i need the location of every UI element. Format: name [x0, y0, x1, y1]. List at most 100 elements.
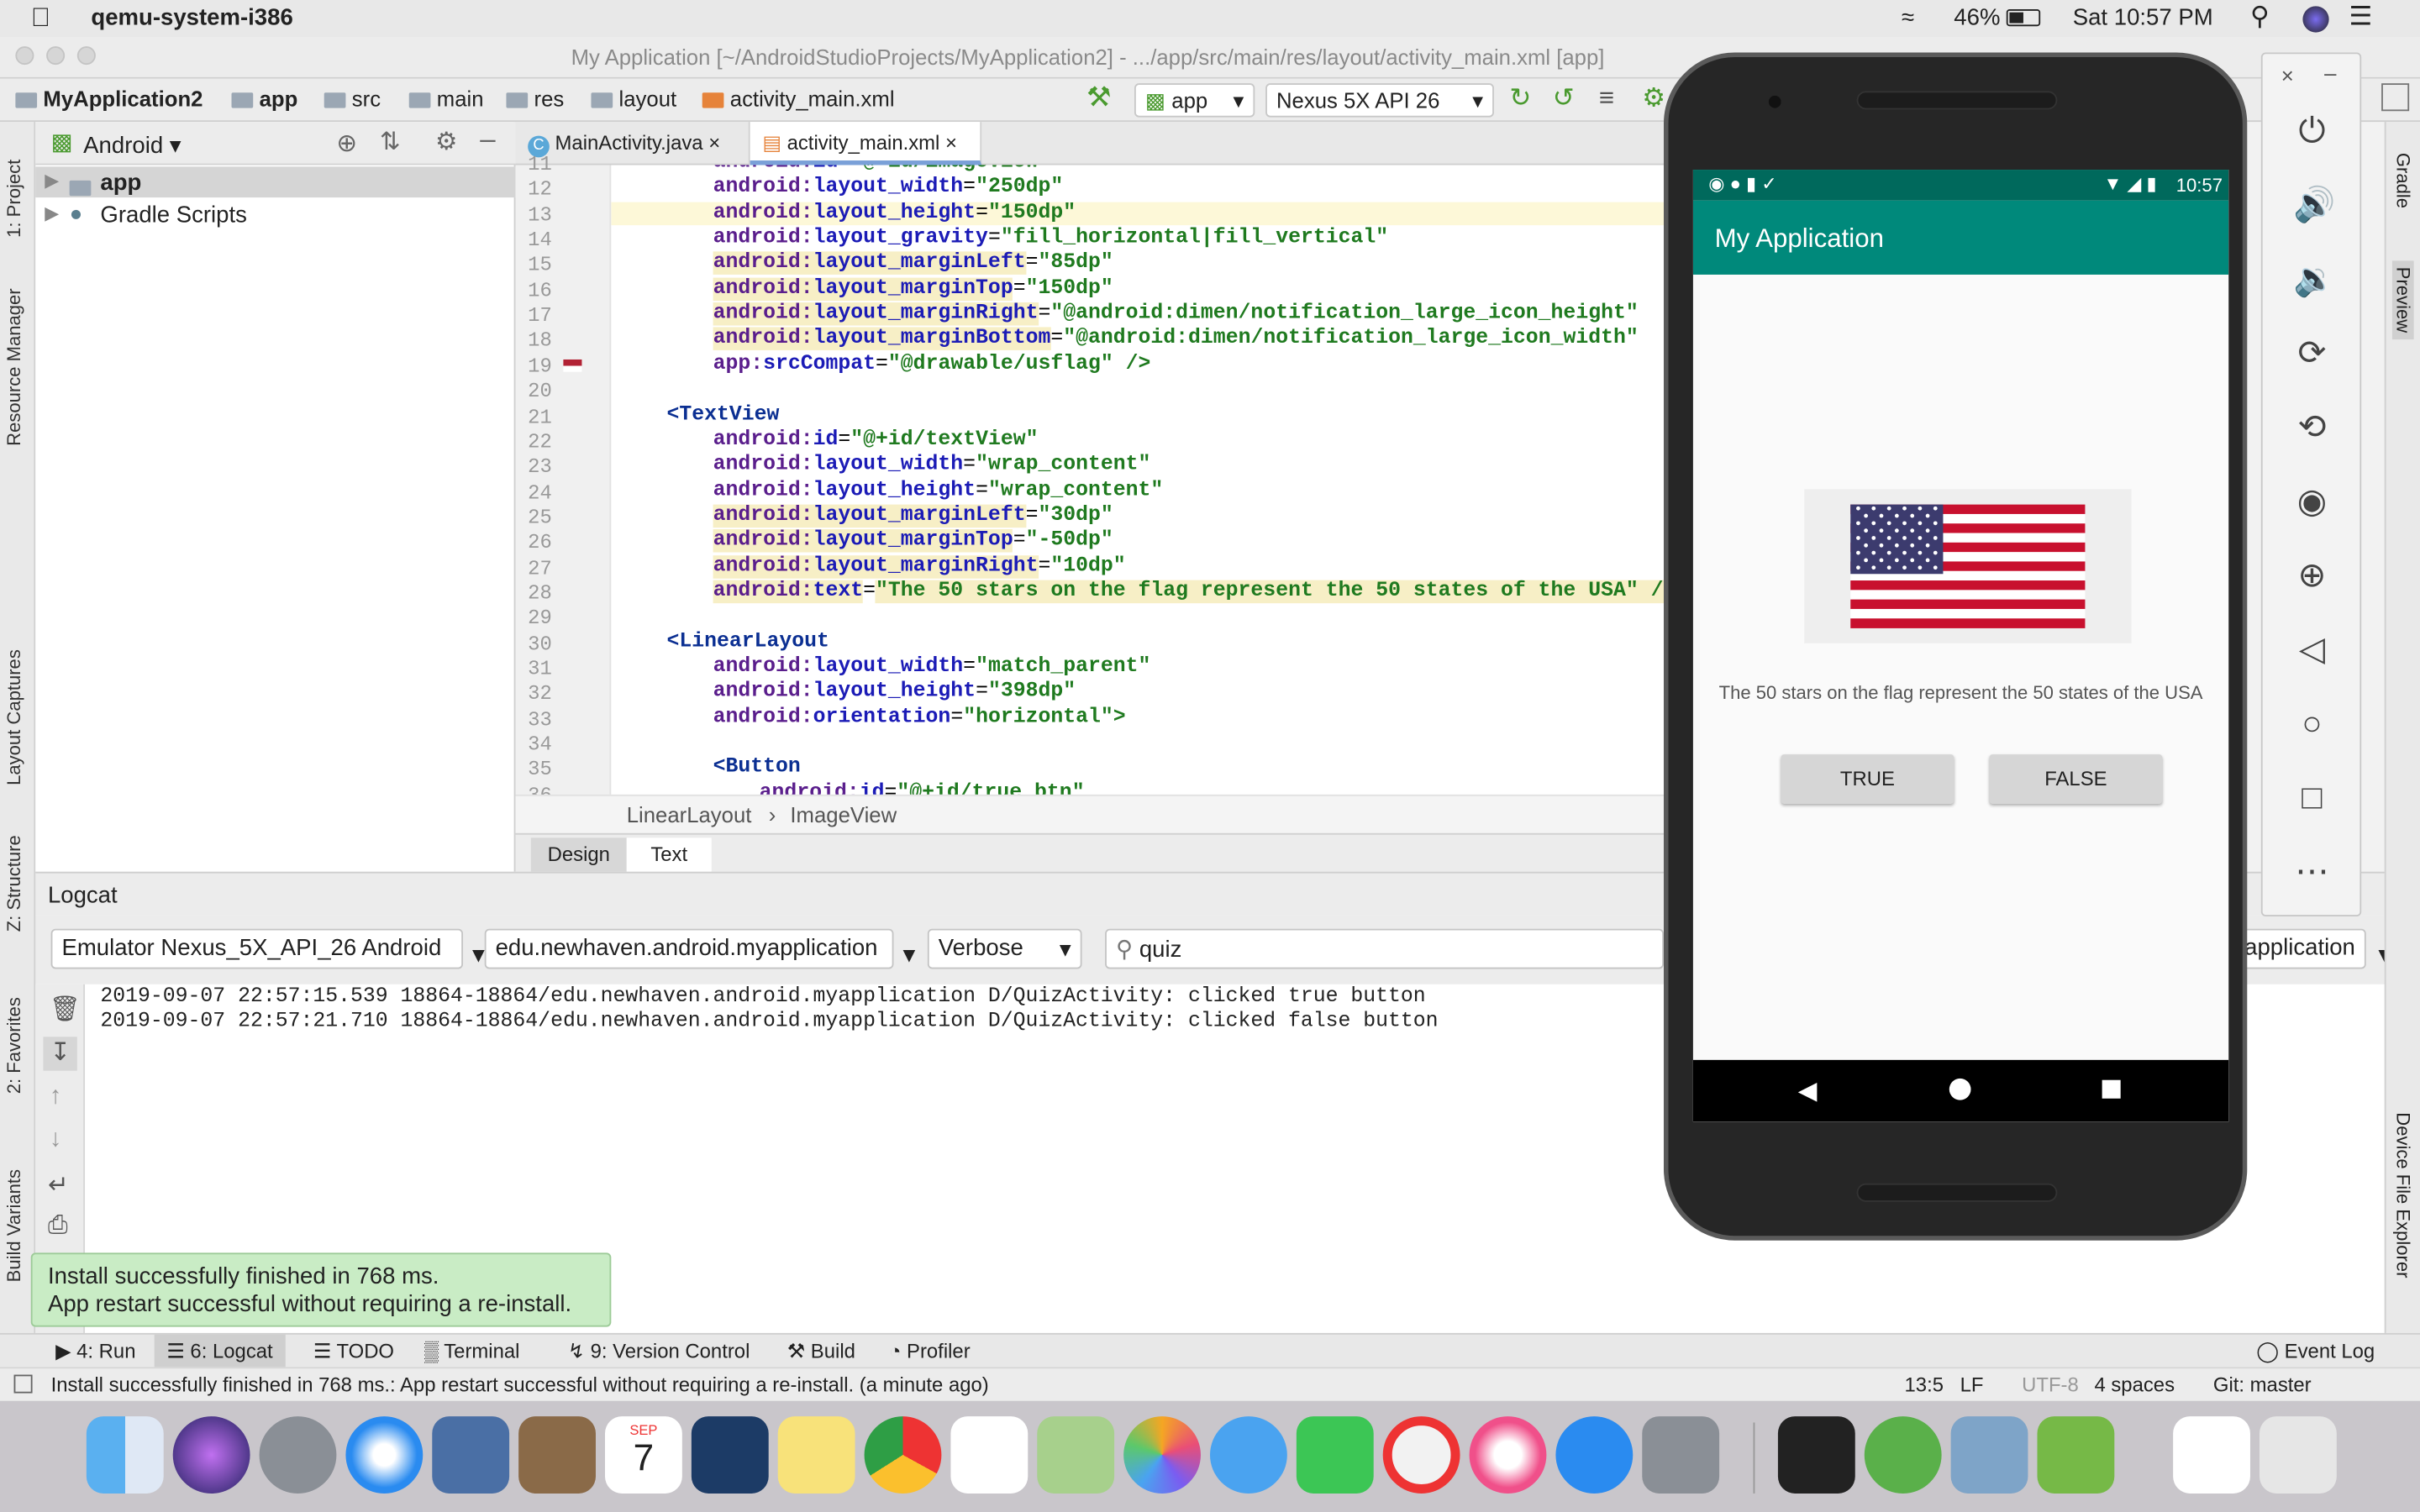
- expand-arrow-icon[interactable]: ▶: [45, 170, 59, 192]
- back-icon[interactable]: ◀: [1798, 1075, 1818, 1106]
- terminal-icon[interactable]: [1777, 1416, 1855, 1494]
- locate-icon[interactable]: ⊕: [336, 128, 357, 159]
- code-editor[interactable]: android:id="@+id/imageView"android:layou…: [611, 165, 1665, 795]
- soft-wrap-icon[interactable]: ↵: [48, 1169, 69, 1200]
- camera-icon[interactable]: ◉: [2293, 482, 2330, 520]
- tree-item-app[interactable]: ▶ app: [35, 166, 516, 198]
- android-studio-icon[interactable]: [1864, 1416, 1942, 1494]
- logcat-package-select[interactable]: edu.newhaven.android.myapplication: [484, 928, 894, 969]
- chevron-down-icon[interactable]: ▾: [472, 940, 485, 971]
- overview-icon[interactable]: [2102, 1079, 2121, 1099]
- reminders-icon[interactable]: [950, 1416, 1028, 1494]
- emulator-icon[interactable]: [2037, 1416, 2115, 1494]
- apply-changes-icon[interactable]: ↻: [1509, 83, 1531, 114]
- contacts-icon[interactable]: [518, 1416, 596, 1494]
- preview-icon[interactable]: [1950, 1416, 2028, 1494]
- breadcrumb-main[interactable]: main: [408, 87, 484, 111]
- crumb-linearlayout[interactable]: LinearLayout: [627, 802, 752, 827]
- menubar-clock[interactable]: Sat 10:57 PM: [2073, 5, 2213, 31]
- expand-arrow-icon[interactable]: ▶: [45, 202, 59, 224]
- menubar-app-name[interactable]: qemu-system-i386: [91, 5, 292, 31]
- app-store-icon[interactable]: [1555, 1416, 1634, 1494]
- layout-captures-tab[interactable]: Layout Captures: [3, 649, 25, 785]
- structure-tab[interactable]: Z: Structure: [3, 835, 25, 932]
- launchpad-icon[interactable]: [259, 1416, 337, 1494]
- scroll-to-end-icon[interactable]: ↧: [43, 1037, 77, 1071]
- breadcrumb-file[interactable]: activity_main.xml: [702, 87, 895, 111]
- flag-document-icon[interactable]: [2173, 1416, 2250, 1494]
- breadcrumb-project[interactable]: MyApplication2: [15, 87, 203, 111]
- home-icon[interactable]: ○: [2293, 704, 2330, 742]
- device-select[interactable]: Nexus 5X API 26 ▾: [1265, 83, 1494, 118]
- chrome-icon[interactable]: [864, 1416, 942, 1494]
- breadcrumb-res[interactable]: res: [506, 87, 564, 111]
- trash-icon[interactable]: [2259, 1416, 2337, 1494]
- tab-design[interactable]: Design: [530, 837, 627, 872]
- favorites-tab[interactable]: 2: Favorites: [3, 997, 25, 1094]
- photos-icon[interactable]: [1123, 1416, 1201, 1494]
- tree-item-gradle[interactable]: ▶ ● Gradle Scripts: [35, 199, 515, 230]
- build-tab[interactable]: ⚒ Build: [787, 1339, 855, 1363]
- close-window-button[interactable]: [15, 46, 34, 66]
- power-icon[interactable]: ⏻: [2293, 112, 2330, 150]
- file-encoding[interactable]: UTF-8: [2022, 1373, 2079, 1397]
- install-notification[interactable]: Install successfully finished in 768 ms.…: [30, 1252, 612, 1327]
- safari-icon[interactable]: [345, 1416, 424, 1494]
- down-arrow-icon[interactable]: ↓: [50, 1126, 62, 1154]
- back-icon[interactable]: ◁: [2293, 630, 2330, 668]
- gradle-tab[interactable]: Gradle: [2392, 153, 2414, 208]
- logcat-level-select[interactable]: Verbose ▾: [927, 928, 1082, 969]
- todo-tab[interactable]: ☰ TODO: [313, 1339, 394, 1363]
- zoom-window-button[interactable]: [76, 46, 96, 66]
- siri-icon[interactable]: [172, 1416, 250, 1494]
- print-icon[interactable]: ⎙: [48, 1213, 68, 1241]
- tool-windows-icon[interactable]: [13, 1374, 33, 1394]
- sync-icon[interactable]: ≡: [1599, 83, 1614, 114]
- logcat-device-select[interactable]: Emulator Nexus_5X_API_26 Android: [50, 928, 464, 969]
- itunes-icon[interactable]: [1469, 1416, 1547, 1494]
- rotate-right-icon[interactable]: ⟲: [2293, 408, 2330, 446]
- collapse-all-icon[interactable]: ⇅: [380, 127, 401, 158]
- breadcrumb-src[interactable]: src: [324, 87, 381, 111]
- close-tab-icon[interactable]: ×: [945, 131, 957, 155]
- notification-center-icon[interactable]: ☰: [2349, 2, 2373, 33]
- wifi-icon[interactable]: ≈: [1902, 5, 1914, 31]
- gear-icon[interactable]: ⚙: [435, 127, 457, 158]
- up-arrow-icon[interactable]: ↑: [50, 1083, 62, 1110]
- home-icon[interactable]: [1949, 1078, 1971, 1100]
- spotlight-icon[interactable]: ⚲: [2250, 2, 2270, 33]
- chevron-down-icon[interactable]: ▾: [902, 940, 915, 971]
- volume-up-icon[interactable]: 🔊: [2293, 186, 2335, 223]
- event-log-tab[interactable]: ◯ Event Log: [2256, 1339, 2375, 1363]
- project-view-select[interactable]: Android ▾: [83, 131, 181, 159]
- overview-icon[interactable]: □: [2293, 779, 2330, 816]
- volume-down-icon[interactable]: 🔉: [2293, 260, 2335, 297]
- mysql-workbench-icon[interactable]: [691, 1416, 769, 1494]
- more-icon[interactable]: ⋯: [2293, 853, 2330, 890]
- preview-tab[interactable]: Preview: [2391, 260, 2414, 339]
- eagle-app-icon[interactable]: [432, 1416, 510, 1494]
- git-branch[interactable]: Git: master: [2213, 1373, 2312, 1397]
- project-tool-tab[interactable]: 1: Project: [3, 160, 25, 238]
- version-control-tab[interactable]: ↯ 9: Version Control: [568, 1339, 750, 1363]
- crumb-imageview[interactable]: ImageView: [790, 802, 897, 827]
- close-tab-icon[interactable]: ×: [708, 131, 720, 155]
- logcat-tab[interactable]: ☰ 6: Logcat: [154, 1334, 286, 1368]
- notes-icon[interactable]: [777, 1416, 855, 1494]
- false-button[interactable]: FALSE: [1989, 754, 2163, 804]
- hide-icon[interactable]: –: [480, 123, 495, 156]
- facetime-icon[interactable]: [1296, 1416, 1374, 1494]
- profiler-tab[interactable]: ◔ Profiler: [889, 1339, 971, 1362]
- trash-icon[interactable]: 🗑: [50, 994, 81, 1025]
- finder-icon[interactable]: [86, 1416, 164, 1494]
- messages-icon[interactable]: [1210, 1416, 1287, 1494]
- logcat-search-input[interactable]: ⚲ quiz: [1105, 928, 1665, 969]
- run-config-select[interactable]: ▩ app ▾: [1134, 83, 1255, 118]
- tab-text[interactable]: Text: [626, 837, 712, 872]
- terminal-tab[interactable]: ▒ Terminal: [424, 1339, 519, 1362]
- run-tab[interactable]: ▶ 4: Run: [55, 1339, 135, 1363]
- line-separator[interactable]: LF: [1960, 1373, 1984, 1397]
- breadcrumb-layout[interactable]: layout: [591, 87, 676, 111]
- zoom-icon[interactable]: ⊕: [2293, 556, 2330, 594]
- debug-icon[interactable]: ⚙: [1642, 83, 1665, 114]
